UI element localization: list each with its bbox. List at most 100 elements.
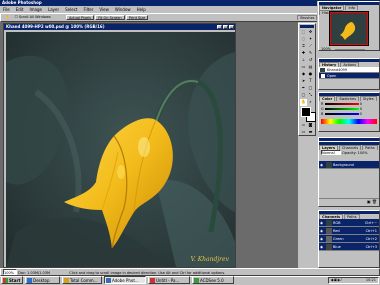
tab-color[interactable]: Color	[319, 96, 336, 101]
eyedropper-tool-icon[interactable]: ⤡	[307, 92, 314, 99]
menu-select[interactable]: Select	[65, 7, 77, 12]
channel-row-rgb[interactable]: ◉ RGB Ctrl+~	[319, 219, 379, 227]
scroll-all-checkbox[interactable]: ☐ Scroll All Windows	[13, 15, 53, 20]
eye-icon[interactable]: ◉	[320, 243, 323, 250]
screen-mode-1-icon[interactable]: ▭	[300, 129, 307, 136]
system-tray: ◆▣◉♪ 10:21	[328, 277, 379, 284]
signature-text: V. Khandjrev	[190, 256, 229, 263]
zoom-tool-icon[interactable]: ⌕	[307, 99, 314, 106]
standard-mode-icon[interactable]: ▫	[300, 122, 307, 129]
marquee-tool-icon[interactable]: ⬚	[300, 29, 307, 36]
magic-wand-tool-icon[interactable]: ✦	[307, 36, 314, 43]
crop-tool-icon[interactable]: ⌗	[300, 43, 307, 50]
color-value-r[interactable]: 0	[360, 102, 362, 106]
history-item-label: Open	[327, 74, 337, 78]
pen-tool-icon[interactable]: ✒	[300, 85, 307, 92]
notes-tool-icon[interactable]: ▢	[300, 92, 307, 99]
eraser-tool-icon[interactable]: ▭	[300, 64, 307, 71]
tab-styles[interactable]: Styles	[360, 96, 377, 101]
layer-row-background[interactable]: ◉ Background	[319, 161, 379, 169]
eye-icon[interactable]: ◉	[320, 227, 323, 234]
tab-brushes[interactable]: Brushes	[297, 15, 318, 20]
clock[interactable]: 10:21	[366, 278, 376, 282]
path-select-tool-icon[interactable]: ➤	[300, 78, 307, 85]
opacity-field[interactable]: Opacity: 100%	[342, 151, 368, 155]
blend-mode-select[interactable]: Normal	[321, 150, 341, 155]
toolbox-header[interactable]	[300, 25, 314, 28]
document-window: Khand 4099-HP2 w00.psd @ 100% (RGB/16) _…	[3, 23, 236, 268]
navigator-view-box[interactable]	[330, 12, 368, 45]
clone-stamp-tool-icon[interactable]: ⊥	[300, 57, 307, 64]
taskbar-desktop[interactable]: Desktop	[25, 276, 60, 284]
slice-tool-icon[interactable]: ⟋	[307, 43, 314, 50]
menu-help[interactable]: Help	[137, 7, 146, 12]
brush-tool-icon[interactable]: ✎	[307, 50, 314, 57]
start-button[interactable]: Start	[1, 276, 23, 284]
doc-minimize-button[interactable]: _	[217, 25, 222, 30]
eye-icon[interactable]: ◉	[320, 219, 323, 226]
menu-view[interactable]: View	[99, 7, 109, 12]
taskbar-label: ACDSee 5.0	[200, 278, 224, 283]
scroll-all-label: Scroll All Windows	[18, 15, 51, 19]
document-titlebar[interactable]: Khand 4099-HP2 w00.psd @ 100% (RGB/16) _…	[4, 24, 235, 30]
menu-filter[interactable]: Filter	[83, 7, 93, 12]
history-brush-tool-icon[interactable]: ↺	[307, 57, 314, 64]
doc-close-button[interactable]: ×	[229, 25, 234, 30]
actual-pixels-button[interactable]: Actual Pixels	[65, 15, 94, 20]
layer-name: Background	[333, 163, 354, 167]
tab-info[interactable]: Info	[345, 5, 359, 10]
photo-canvas[interactable]: V. Khandjrev	[6, 32, 235, 267]
status-zoom[interactable]: 100%	[3, 269, 17, 275]
navigator-thumbnail[interactable]	[329, 11, 369, 46]
history-state[interactable]: Open	[319, 73, 379, 79]
channels-panel: Channels Paths ◉ RGB Ctrl+~ ◉ Red Ctrl+1 …	[318, 210, 380, 268]
menu-edit[interactable]: Edit	[16, 7, 24, 12]
color-slider-g[interactable]	[324, 108, 359, 110]
trash-icon[interactable]: 🗑	[372, 199, 377, 204]
taskbar-acdsee[interactable]: ACDSee 5.0	[192, 276, 234, 284]
channel-row-red[interactable]: ◉ Red Ctrl+1	[319, 227, 379, 235]
color-slider-r[interactable]	[324, 103, 359, 105]
tab-swatches[interactable]: Swatches	[336, 96, 360, 101]
eye-icon[interactable]: ◉	[320, 235, 323, 242]
blur-tool-icon[interactable]: ◆	[300, 71, 307, 78]
print-size-button[interactable]: Print Size	[125, 15, 149, 20]
tray-icons: ◆▣◉♪	[331, 278, 343, 282]
screen-mode-2-icon[interactable]: ▬	[307, 129, 314, 136]
color-value-g[interactable]: 0	[360, 107, 362, 111]
hand-tool-icon: ✋	[5, 15, 10, 19]
lasso-tool-icon[interactable]: ◌	[300, 36, 307, 43]
quickmask-mode-icon[interactable]: ◙	[307, 122, 314, 129]
doc-maximize-button[interactable]: □	[223, 25, 228, 30]
hand-tool-icon-button[interactable]: ✋	[300, 99, 307, 106]
taskbar-paint[interactable]: Untitl - Pa...	[148, 276, 190, 284]
status-hint: Click and drag to scroll image in desire…	[69, 271, 226, 275]
eye-icon[interactable]: ◉	[320, 161, 323, 168]
taskbar-total-commander[interactable]: Total Comm...	[62, 276, 102, 284]
dodge-tool-icon[interactable]: ●	[307, 71, 314, 78]
channel-shortcut: Ctrl+3	[365, 245, 377, 249]
healing-brush-tool-icon[interactable]: ✚	[300, 50, 307, 57]
channel-row-green[interactable]: ◉ Green Ctrl+2	[319, 235, 379, 243]
navigator-zoom-value[interactable]: 100%	[321, 47, 331, 51]
shape-tool-icon[interactable]: □	[307, 85, 314, 92]
color-ramp[interactable]	[321, 119, 377, 124]
new-layer-icon[interactable]: ▣	[367, 199, 371, 204]
fit-on-screen-button[interactable]: Fit On Screen	[95, 15, 125, 20]
channel-name: Red	[333, 229, 340, 233]
menu-file[interactable]: File	[3, 7, 10, 12]
foreground-color-swatch[interactable]	[301, 107, 311, 117]
gradient-tool-icon[interactable]: ▤	[307, 64, 314, 71]
layer-thumb-icon	[326, 162, 332, 168]
channel-row-blue[interactable]: ◉ Blue Ctrl+3	[319, 243, 379, 251]
color-label-g: G	[321, 107, 324, 111]
color-value-b[interactable]: 0	[360, 112, 362, 116]
menu-layer[interactable]: Layer	[48, 7, 59, 12]
taskbar-photoshop[interactable]: Adobe Phot...	[104, 276, 146, 284]
zoom-slider[interactable]	[335, 48, 366, 50]
menu-image[interactable]: Image	[29, 7, 42, 12]
type-tool-icon[interactable]: T	[307, 78, 314, 85]
move-tool-icon[interactable]: ✥	[307, 29, 314, 36]
color-slider-b[interactable]	[324, 113, 359, 115]
menu-window[interactable]: Window	[115, 7, 131, 12]
